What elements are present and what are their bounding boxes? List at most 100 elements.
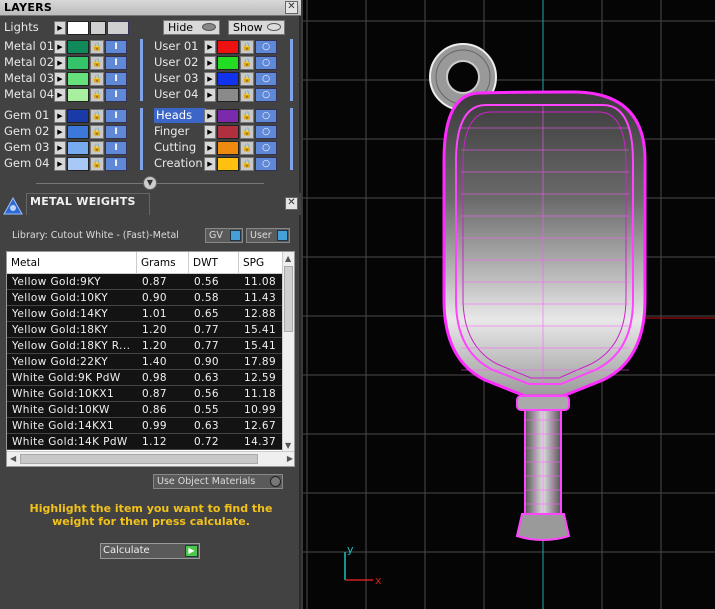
layer-name[interactable]: User 02 <box>154 55 206 70</box>
layer-color-swatch[interactable] <box>67 72 89 86</box>
lock-icon[interactable]: 🔒 <box>90 125 104 139</box>
layer-color-swatch[interactable] <box>217 88 239 102</box>
vertical-scroll-thumb[interactable] <box>284 266 293 332</box>
lights-toggle[interactable] <box>90 21 106 35</box>
table-row[interactable]: Yellow Gold:18KY R... 1.20 0.77 15.41 <box>7 338 283 354</box>
metal-weights-close-icon[interactable]: ✕ <box>285 197 298 210</box>
layer-row-creation[interactable]: Creation ▶ 🔒 ○ <box>150 156 300 171</box>
visibility-radio[interactable]: ○ <box>255 72 277 86</box>
layer-name[interactable]: Gem 04 <box>4 156 56 171</box>
scroll-up-icon[interactable]: ▲ <box>285 254 291 263</box>
table-row[interactable]: Yellow Gold:22KY 1.40 0.90 17.89 <box>7 354 283 370</box>
lock-icon[interactable]: 🔒 <box>90 56 104 70</box>
layer-name[interactable]: Gem 02 <box>4 124 56 139</box>
expand-icon[interactable]: ▶ <box>54 56 66 70</box>
layer-row-user-04[interactable]: User 04 ▶ 🔒 ○ <box>150 87 300 102</box>
visibility-radio[interactable]: ○ <box>255 88 277 102</box>
lock-icon[interactable]: 🔒 <box>240 157 254 171</box>
lock-icon[interactable]: 🔒 <box>240 125 254 139</box>
visibility-toggle[interactable]: I <box>105 88 127 102</box>
visibility-toggle[interactable]: I <box>105 125 127 139</box>
horizontal-scrollbar[interactable]: ◀ ▶ <box>7 451 294 466</box>
col-metal[interactable]: Metal <box>7 252 137 274</box>
layer-name[interactable]: Heads <box>154 108 206 123</box>
visibility-toggle[interactable]: I <box>105 56 127 70</box>
table-row[interactable]: Yellow Gold:14KY 1.01 0.65 12.88 <box>7 306 283 322</box>
expand-icon[interactable]: ▶ <box>204 72 216 86</box>
layer-color-swatch[interactable] <box>67 109 89 123</box>
table-row[interactable]: White Gold:9K PdW 0.98 0.63 12.59 <box>7 370 283 386</box>
lights-expand-icon[interactable]: ▶ <box>54 21 66 35</box>
expand-icon[interactable]: ▶ <box>204 125 216 139</box>
expand-icon[interactable]: ▶ <box>204 109 216 123</box>
lock-icon[interactable]: 🔒 <box>90 141 104 155</box>
collapse-chevron-icon[interactable]: ▼ <box>143 176 157 190</box>
use-object-materials-toggle[interactable]: Use Object Materials <box>153 474 283 489</box>
lock-icon[interactable]: 🔒 <box>240 141 254 155</box>
layer-row-gem-01[interactable]: Gem 01 ▶ 🔒 I <box>0 108 150 123</box>
expand-icon[interactable]: ▶ <box>54 88 66 102</box>
scroll-right-icon[interactable]: ▶ <box>287 454 293 463</box>
lights-visibility[interactable] <box>107 21 129 35</box>
expand-icon[interactable]: ▶ <box>204 88 216 102</box>
layer-row-gem-02[interactable]: Gem 02 ▶ 🔒 I <box>0 124 150 139</box>
layer-name[interactable]: Finger <box>154 124 206 139</box>
visibility-radio[interactable]: ○ <box>255 40 277 54</box>
layer-name[interactable]: Gem 03 <box>4 140 56 155</box>
layer-color-swatch[interactable] <box>67 157 89 171</box>
layer-color-swatch[interactable] <box>67 141 89 155</box>
gv-toggle[interactable]: GV <box>205 228 243 243</box>
expand-icon[interactable]: ▶ <box>204 157 216 171</box>
table-row[interactable]: White Gold:10KX1 0.87 0.56 11.18 <box>7 386 283 402</box>
visibility-radio[interactable]: ○ <box>255 141 277 155</box>
layer-color-swatch[interactable] <box>217 109 239 123</box>
layer-row-user-01[interactable]: User 01 ▶ 🔒 ○ <box>150 39 300 54</box>
hide-button[interactable]: Hide <box>163 20 220 35</box>
pickleball-pendant[interactable] <box>429 43 647 541</box>
layer-color-swatch[interactable] <box>217 125 239 139</box>
layer-name[interactable]: Metal 01 <box>4 39 56 54</box>
lock-icon[interactable]: 🔒 <box>90 40 104 54</box>
layer-color-swatch[interactable] <box>67 125 89 139</box>
layer-color-swatch[interactable] <box>67 88 89 102</box>
layer-name[interactable]: Creation <box>154 156 206 171</box>
vertical-scrollbar[interactable]: ▲ ▼ <box>282 252 294 452</box>
layer-color-swatch[interactable] <box>217 56 239 70</box>
table-row[interactable]: Yellow Gold:9KY 0.87 0.56 11.08 <box>7 274 283 290</box>
layer-row-finger[interactable]: Finger ▶ 🔒 ○ <box>150 124 300 139</box>
layer-name[interactable]: Metal 03 <box>4 71 56 86</box>
expand-icon[interactable]: ▶ <box>54 141 66 155</box>
layer-name[interactable]: Gem 01 <box>4 108 56 123</box>
visibility-toggle[interactable]: I <box>105 72 127 86</box>
layer-color-swatch[interactable] <box>67 40 89 54</box>
expand-icon[interactable]: ▶ <box>54 157 66 171</box>
visibility-toggle[interactable]: I <box>105 141 127 155</box>
layer-color-swatch[interactable] <box>217 157 239 171</box>
layer-color-swatch[interactable] <box>217 40 239 54</box>
visibility-radio[interactable]: ○ <box>255 157 277 171</box>
calculate-button[interactable]: Calculate ▶ <box>100 543 200 559</box>
visibility-toggle[interactable]: I <box>105 157 127 171</box>
show-button[interactable]: Show <box>228 20 285 35</box>
layer-color-swatch[interactable] <box>217 72 239 86</box>
visibility-toggle[interactable]: I <box>105 40 127 54</box>
expand-icon[interactable]: ▶ <box>204 40 216 54</box>
layer-color-swatch[interactable] <box>67 56 89 70</box>
lock-icon[interactable]: 🔒 <box>240 109 254 123</box>
lock-icon[interactable]: 🔒 <box>240 56 254 70</box>
layer-row-user-03[interactable]: User 03 ▶ 🔒 ○ <box>150 71 300 86</box>
table-row[interactable]: White Gold:14K PdW 1.12 0.72 14.37 <box>7 434 283 450</box>
layer-color-swatch[interactable] <box>217 141 239 155</box>
layer-name[interactable]: User 04 <box>154 87 206 102</box>
table-row[interactable]: Yellow Gold:18KY 1.20 0.77 15.41 <box>7 322 283 338</box>
layer-row-user-02[interactable]: User 02 ▶ 🔒 ○ <box>150 55 300 70</box>
table-row[interactable]: White Gold:14KX1 0.99 0.63 12.67 <box>7 418 283 434</box>
layer-row-gem-03[interactable]: Gem 03 ▶ 🔒 I <box>0 140 150 155</box>
layer-row-metal-01[interactable]: Metal 01 ▶ 🔒 I <box>0 39 150 54</box>
lock-icon[interactable]: 🔒 <box>240 88 254 102</box>
visibility-radio[interactable]: ○ <box>255 109 277 123</box>
visibility-radio[interactable]: ○ <box>255 125 277 139</box>
expand-icon[interactable]: ▶ <box>54 109 66 123</box>
visibility-toggle[interactable]: I <box>105 109 127 123</box>
user-toggle[interactable]: User <box>246 228 290 243</box>
